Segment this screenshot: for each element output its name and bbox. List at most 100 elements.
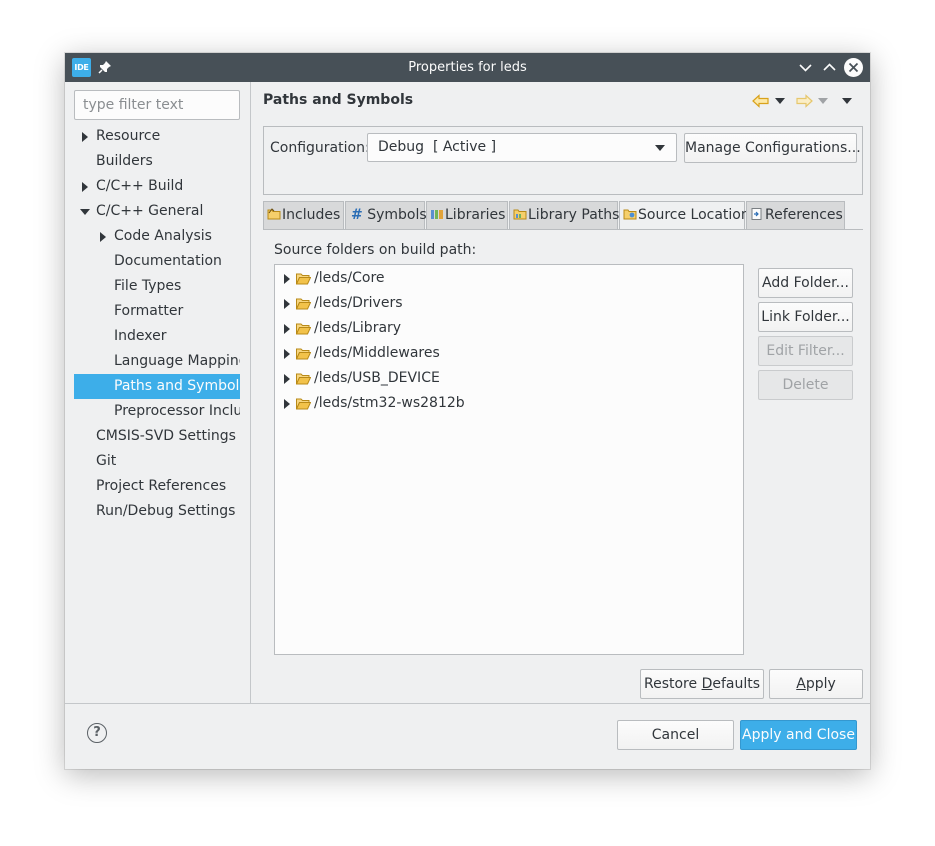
tab-divider	[263, 229, 863, 230]
expand-arrow-icon[interactable]	[82, 182, 88, 192]
tree-item-git[interactable]: Git	[74, 449, 240, 474]
list-item[interactable]: /leds/Drivers	[275, 291, 743, 316]
collapse-arrow-icon[interactable]	[80, 209, 90, 215]
tab-library-paths[interactable]: Library Paths	[509, 201, 620, 229]
tree-item-label: Paths and Symbols	[114, 378, 240, 394]
expand-arrow-icon[interactable]	[284, 349, 290, 359]
tree-item-resource[interactable]: Resource	[74, 124, 240, 149]
tab-label: Symbols	[367, 207, 427, 223]
references-icon	[751, 208, 762, 220]
expand-arrow-icon[interactable]	[82, 132, 88, 142]
folder-open-icon	[296, 298, 311, 310]
tree-item-code-analysis[interactable]: Code Analysis	[74, 224, 240, 249]
tree-item-cpp-general[interactable]: C/C++ General	[74, 199, 240, 224]
tree-item-cpp-build[interactable]: C/C++ Build	[74, 174, 240, 199]
tree-item-formatter[interactable]: Formatter	[74, 299, 240, 324]
folder-path: /leds/Middlewares	[314, 345, 440, 361]
tree-item-indexer[interactable]: Indexer	[74, 324, 240, 349]
list-item[interactable]: /leds/Core	[275, 266, 743, 291]
list-item[interactable]: /leds/Middlewares	[275, 341, 743, 366]
tree-item-file-types[interactable]: File Types	[74, 274, 240, 299]
expand-arrow-icon[interactable]	[284, 374, 290, 384]
expand-arrow-icon[interactable]	[284, 399, 290, 409]
forward-arrow-icon	[796, 94, 813, 108]
list-item[interactable]: /leds/stm32-ws2812b	[275, 391, 743, 416]
configuration-label: Configuration:	[270, 140, 370, 156]
tree-item-language-mappings[interactable]: Language Mappings	[74, 349, 240, 374]
configuration-group: Configuration: Debug [ Active ] Manage C…	[263, 126, 863, 195]
apply-and-close-button[interactable]: Apply and Close	[740, 720, 857, 750]
title-bar[interactable]: IDE Properties for leds	[65, 53, 870, 82]
list-item[interactable]: /leds/Library	[275, 316, 743, 341]
tree-item-label: C/C++ General	[96, 203, 204, 219]
tree-item-label: Documentation	[114, 253, 222, 269]
list-item[interactable]: /leds/USB_DEVICE	[275, 366, 743, 391]
expand-arrow-icon[interactable]	[100, 232, 106, 242]
tab-bar: Includes # Symbols Libraries Library Pat…	[263, 201, 863, 230]
close-icon	[848, 62, 859, 73]
tree-item-label: CMSIS-SVD Settings	[96, 428, 236, 444]
folder-path: /leds/stm32-ws2812b	[314, 395, 465, 411]
tree-item-label: Formatter	[114, 303, 184, 319]
folder-open-icon	[296, 373, 311, 385]
back-arrow-icon[interactable]	[752, 94, 770, 108]
expand-arrow-icon[interactable]	[284, 274, 290, 284]
add-folder-button[interactable]: Add Folder...	[758, 268, 853, 298]
tree-item-paths-and-symbols[interactable]: Paths and Symbols	[74, 374, 240, 399]
source-folders-label: Source folders on build path:	[274, 242, 477, 258]
tab-label: Libraries	[445, 207, 506, 223]
tab-libraries[interactable]: Libraries	[426, 201, 508, 229]
folder-open-icon	[296, 323, 311, 335]
tab-label: References	[765, 207, 843, 223]
tab-symbols[interactable]: # Symbols	[345, 201, 427, 229]
help-icon[interactable]: ?	[87, 723, 107, 743]
filter-input[interactable]	[74, 90, 240, 120]
tree-item-label: Code Analysis	[114, 228, 212, 244]
expand-arrow-icon[interactable]	[284, 299, 290, 309]
tree-item-label: Run/Debug Settings	[96, 503, 236, 519]
tree-item-label: Language Mappings	[114, 353, 240, 369]
link-folder-button[interactable]: Link Folder...	[758, 302, 853, 332]
edit-filter-button[interactable]: Edit Filter...	[758, 336, 853, 366]
properties-dialog: IDE Properties for leds Resource	[65, 53, 870, 769]
window-title: Properties for leds	[408, 60, 527, 75]
tab-includes[interactable]: Includes	[263, 201, 344, 229]
expand-arrow-icon[interactable]	[284, 324, 290, 334]
tree-item-label: Builders	[96, 153, 153, 169]
tree-item-project-references[interactable]: Project References	[74, 474, 240, 499]
manage-configurations-button[interactable]: Manage Configurations...	[684, 133, 861, 163]
tree-item-preprocessor-include[interactable]: Preprocessor Include	[74, 399, 240, 424]
apply-button[interactable]: Apply	[769, 669, 863, 699]
folder-open-icon	[296, 273, 311, 285]
maximize-icon[interactable]	[820, 58, 839, 77]
tree-item-label: Project References	[96, 478, 227, 494]
footer-divider	[65, 703, 870, 704]
folder-path: /leds/Drivers	[314, 295, 403, 311]
tree-item-run-debug-settings[interactable]: Run/Debug Settings	[74, 499, 240, 524]
button-label: efaults	[712, 676, 761, 692]
close-button[interactable]	[844, 58, 863, 77]
tree-item-label: Git	[96, 453, 117, 469]
tree-item-label: C/C++ Build	[96, 178, 184, 194]
tree-item-label: Resource	[96, 128, 161, 144]
tab-references[interactable]: References	[746, 201, 845, 229]
view-menu-icon[interactable]	[842, 98, 852, 104]
tree-item-documentation[interactable]: Documentation	[74, 249, 240, 274]
source-folders-tree[interactable]: /leds/Core /leds/Drivers /leds/Library /…	[274, 264, 744, 655]
delete-button[interactable]: Delete	[758, 370, 853, 400]
tab-source-location[interactable]: Source Location	[619, 201, 750, 230]
back-dropdown-icon[interactable]	[775, 98, 785, 104]
mnemonic-letter: A	[796, 676, 806, 692]
mnemonic-letter: D	[701, 676, 713, 692]
configuration-select[interactable]: Debug [ Active ]	[367, 133, 677, 162]
restore-defaults-button[interactable]: Restore Defaults	[640, 669, 764, 699]
tab-label: Includes	[282, 207, 341, 223]
libraries-icon	[431, 210, 443, 219]
minimize-icon[interactable]	[796, 58, 815, 77]
cancel-button[interactable]: Cancel	[617, 720, 734, 750]
tree-item-cmsis-svd-settings[interactable]: CMSIS-SVD Settings	[74, 424, 240, 449]
tab-label: Library Paths	[528, 207, 620, 223]
dropdown-arrow-icon	[655, 145, 665, 151]
tree-item-builders[interactable]: Builders	[74, 149, 240, 174]
page-title: Paths and Symbols	[263, 92, 414, 108]
